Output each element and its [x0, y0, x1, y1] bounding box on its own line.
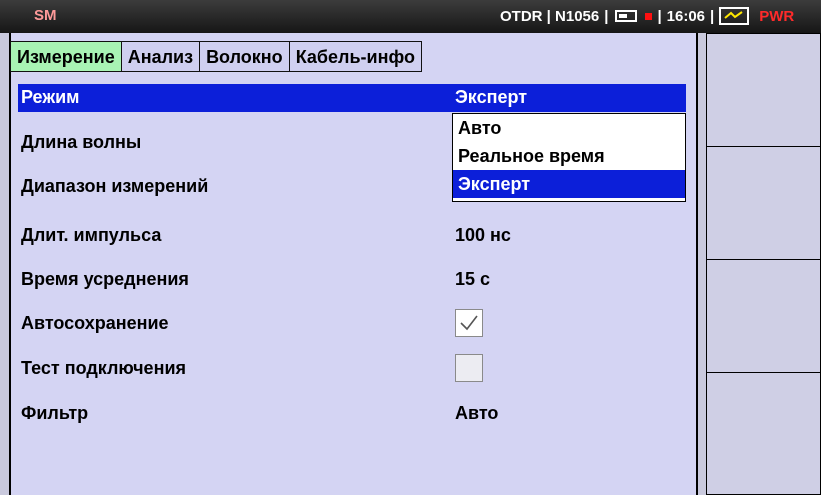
softkey-column: [706, 33, 821, 495]
softkey-2[interactable]: [706, 146, 821, 260]
power-label: PWR: [759, 7, 795, 25]
mode-row[interactable]: Режим Эксперт: [18, 84, 686, 112]
tab-bar: Измерение Анализ Волокно Кабель-инфо: [10, 41, 422, 72]
device-model: OTDR | N1056: [500, 7, 600, 25]
dropdown-option-expert[interactable]: Эксперт: [453, 170, 685, 198]
tab-cable-info[interactable]: Кабель-инфо: [288, 41, 422, 72]
pulse-width-value[interactable]: 100 нс: [455, 225, 511, 246]
autosave-checkbox[interactable]: [455, 309, 483, 337]
pulse-width-label[interactable]: Длит. импульса: [21, 225, 161, 246]
clock: 16:06: [666, 7, 706, 25]
dropdown-option-auto[interactable]: Авто: [453, 114, 685, 142]
tab-measurement[interactable]: Измерение: [10, 41, 122, 72]
autosave-label[interactable]: Автосохранение: [21, 313, 169, 334]
averaging-time-value[interactable]: 15 с: [455, 269, 490, 290]
mode-label: Режим: [21, 87, 80, 107]
mode-dropdown[interactable]: Авто Реальное время Эксперт: [452, 113, 686, 202]
range-label[interactable]: Диапазон измерений: [21, 176, 208, 197]
dropdown-option-realtime[interactable]: Реальное время: [453, 142, 685, 170]
ac-power-icon: [719, 7, 750, 25]
connection-test-checkbox[interactable]: [455, 354, 483, 382]
softkey-1[interactable]: [706, 33, 821, 147]
tab-analysis[interactable]: Анализ: [120, 41, 201, 72]
checkmark-icon: [460, 315, 478, 331]
status-bar: SM OTDR | N1056 | | 16:06 | PWR: [0, 0, 821, 33]
wavelength-label[interactable]: Длина волны: [21, 132, 141, 153]
connection-test-label[interactable]: Тест подключения: [21, 358, 186, 379]
battery-level-icon: [615, 10, 638, 22]
separator: |: [657, 7, 662, 25]
softkey-4[interactable]: [706, 372, 821, 495]
tab-fiber[interactable]: Волокно: [199, 41, 290, 72]
separator: |: [710, 7, 715, 25]
filter-label[interactable]: Фильтр: [21, 403, 88, 424]
fiber-mode-label: SM: [34, 7, 57, 24]
mode-value: Эксперт: [455, 87, 528, 107]
separator: |: [604, 7, 609, 25]
softkey-3[interactable]: [706, 259, 821, 373]
averaging-time-label[interactable]: Время усреднения: [21, 269, 189, 290]
recording-indicator-icon: [645, 12, 653, 20]
status-indicators: OTDR | N1056 | | 16:06 | PWR: [500, 7, 794, 25]
filter-value[interactable]: Авто: [455, 403, 498, 424]
